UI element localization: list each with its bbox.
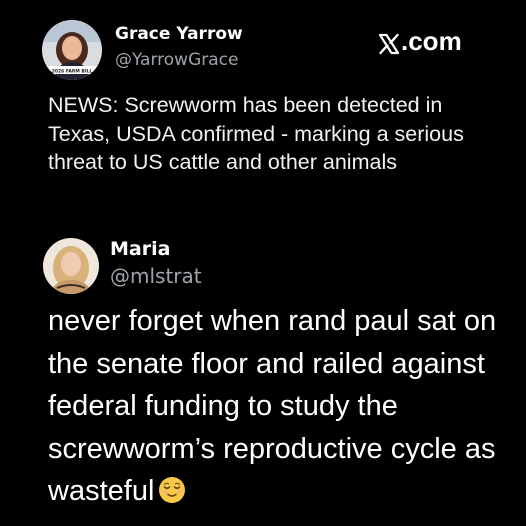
maria-avatar[interactable] — [43, 238, 99, 294]
avatar-badge-text: 2026 FARM BILL — [52, 69, 93, 75]
relieved-face-icon — [158, 474, 186, 503]
brand-domain-label: .com — [401, 26, 462, 56]
original-post-text: NEWS: Screwworm has been detected in Tex… — [48, 93, 464, 174]
maria-handle[interactable]: @mlstrat — [110, 264, 202, 288]
reply-text-content: never forget when rand paul sat on the s… — [48, 305, 497, 507]
maria-display-name[interactable]: Maria — [110, 238, 170, 260]
grace-yarrow-handle[interactable]: @YarrowGrace — [115, 50, 238, 70]
x-dot-com-brand: .com — [378, 26, 462, 57]
x-logo-icon — [378, 31, 400, 54]
grace-yarrow-display-name[interactable]: Grace Yarrow — [115, 24, 243, 44]
grace-yarrow-avatar[interactable]: 2026 FARM BILL — [42, 20, 102, 80]
reply-post-text: never forget when rand paul sat on the s… — [48, 300, 518, 513]
